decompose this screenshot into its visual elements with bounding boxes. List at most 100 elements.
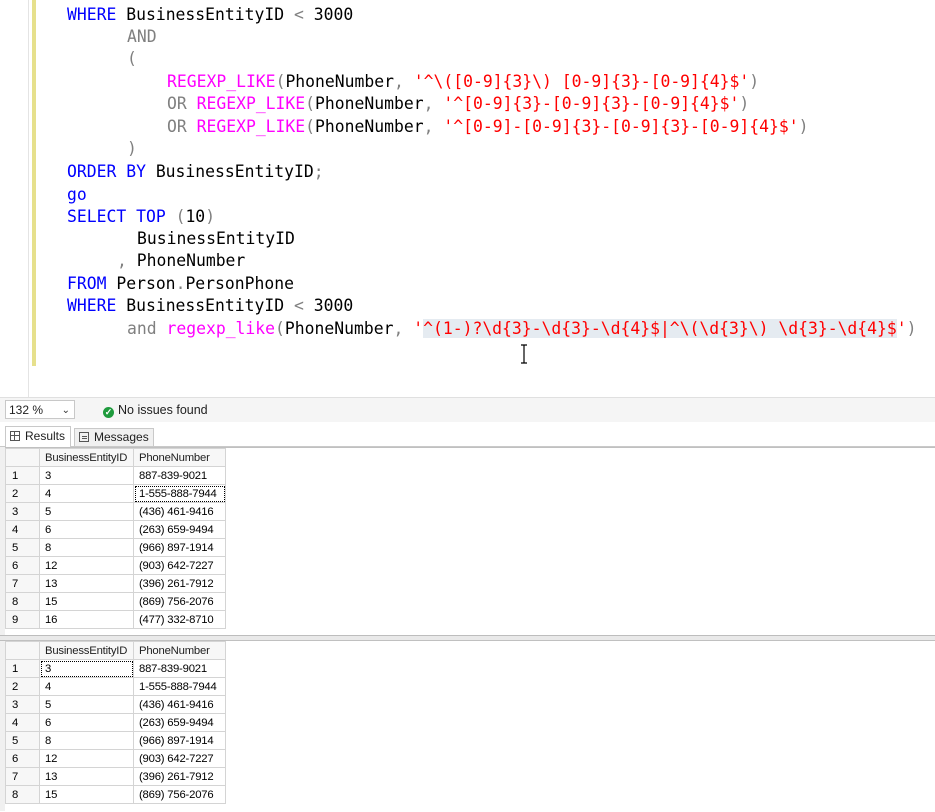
row-number[interactable]: 4 <box>5 520 40 539</box>
code-line[interactable]: ) <box>127 138 137 160</box>
cell-businessentityid[interactable]: 4 <box>39 484 134 503</box>
cell-businessentityid[interactable]: 16 <box>39 610 134 629</box>
code-line[interactable]: OR REGEXP_LIKE(PhoneNumber, '^[0-9]{3}-[… <box>167 93 749 115</box>
table-row[interactable]: 4 6 (263) 659-9494 <box>5 520 226 539</box>
row-number[interactable]: 7 <box>5 767 40 786</box>
cell-phonenumber[interactable]: (263) 659-9494 <box>133 520 226 539</box>
table-row[interactable]: 8 15 (869) 756-2076 <box>5 592 226 611</box>
code-token: ORDER BY <box>67 162 156 181</box>
cell-phonenumber[interactable]: (966) 897-1914 <box>133 538 226 557</box>
grid-corner[interactable] <box>5 641 40 660</box>
cell-phonenumber[interactable]: (436) 461-9416 <box>133 695 226 714</box>
code-line[interactable]: AND <box>127 26 157 48</box>
zoom-dropdown[interactable]: 132 % ⌄ <box>5 400 75 419</box>
cell-businessentityid[interactable]: 12 <box>39 749 134 768</box>
cell-businessentityid[interactable]: 5 <box>39 502 134 521</box>
cell-businessentityid[interactable]: 4 <box>39 677 134 696</box>
code-line[interactable]: , PhoneNumber <box>117 250 245 272</box>
table-row[interactable]: 7 13 (396) 261-7912 <box>5 574 226 593</box>
table-row[interactable]: 4 6 (263) 659-9494 <box>5 713 226 732</box>
row-number[interactable]: 8 <box>5 592 40 611</box>
row-number[interactable]: 3 <box>5 695 40 714</box>
cell-businessentityid[interactable]: 5 <box>39 695 134 714</box>
cell-businessentityid[interactable]: 3 <box>39 659 134 678</box>
code-line[interactable]: and regexp_like(PhoneNumber, '^(1-)?\d{3… <box>127 318 917 340</box>
row-number[interactable]: 6 <box>5 749 40 768</box>
table-row[interactable]: 5 8 (966) 897-1914 <box>5 731 226 750</box>
row-number[interactable]: 4 <box>5 713 40 732</box>
row-number[interactable]: 2 <box>5 484 40 503</box>
cell-businessentityid[interactable]: 12 <box>39 556 134 575</box>
query-editor[interactable]: WHERE BusinessEntityID < 3000 AND(REGEXP_… <box>0 0 935 397</box>
table-row[interactable]: 9 16 (477) 332-8710 <box>5 610 226 629</box>
code-token: REGEXP_LIKE <box>196 94 306 113</box>
tab-messages[interactable]: Messages <box>74 428 154 446</box>
row-number[interactable]: 5 <box>5 538 40 557</box>
cell-phonenumber[interactable]: 887-839-9021 <box>133 659 226 678</box>
code-line[interactable]: FROM Person.PersonPhone <box>67 273 294 295</box>
cell-phonenumber[interactable]: (903) 642-7227 <box>133 749 226 768</box>
code-token: , <box>423 117 444 136</box>
cell-phonenumber[interactable]: (436) 461-9416 <box>133 502 226 521</box>
column-header-businessentityid[interactable]: BusinessEntityID <box>39 448 134 467</box>
table-row[interactable]: 7 13 (396) 261-7912 <box>5 767 226 786</box>
row-number[interactable]: 3 <box>5 502 40 521</box>
cell-businessentityid[interactable]: 15 <box>39 785 134 804</box>
column-header-phonenumber[interactable]: PhoneNumber <box>133 448 226 467</box>
grid-icon <box>10 431 20 441</box>
cell-businessentityid[interactable]: 13 <box>39 767 134 786</box>
table-row[interactable]: 6 12 (903) 642-7227 <box>5 749 226 768</box>
table-row[interactable]: 3 5 (436) 461-9416 <box>5 695 226 714</box>
row-number[interactable]: 2 <box>5 677 40 696</box>
row-number[interactable]: 8 <box>5 785 40 804</box>
table-row[interactable]: 1 3 887-839-9021 <box>5 659 226 678</box>
tab-results[interactable]: Results <box>5 426 71 447</box>
cell-phonenumber[interactable]: (966) 897-1914 <box>133 731 226 750</box>
cell-phonenumber[interactable]: 1-555-888-7944 <box>133 677 226 696</box>
cell-businessentityid[interactable]: 6 <box>39 520 134 539</box>
cell-businessentityid[interactable]: 3 <box>39 466 134 485</box>
code-line[interactable]: go <box>67 184 87 206</box>
column-header-phonenumber[interactable]: PhoneNumber <box>133 641 226 660</box>
cell-phonenumber[interactable]: (869) 756-2076 <box>133 592 226 611</box>
cell-phonenumber[interactable]: 1-555-888-7944 <box>133 484 226 503</box>
table-row[interactable]: 2 4 1-555-888-7944 <box>5 677 226 696</box>
code-line[interactable]: OR REGEXP_LIKE(PhoneNumber, '^[0-9]-[0-9… <box>167 116 808 138</box>
row-number[interactable]: 6 <box>5 556 40 575</box>
table-row[interactable]: 8 15 (869) 756-2076 <box>5 785 226 804</box>
cell-businessentityid[interactable]: 8 <box>39 538 134 557</box>
cell-phonenumber[interactable]: (396) 261-7912 <box>133 574 226 593</box>
cell-phonenumber[interactable]: (903) 642-7227 <box>133 556 226 575</box>
cell-businessentityid[interactable]: 13 <box>39 574 134 593</box>
row-number[interactable]: 5 <box>5 731 40 750</box>
cell-phonenumber[interactable]: (396) 261-7912 <box>133 767 226 786</box>
row-number[interactable]: 1 <box>5 659 40 678</box>
code-line[interactable]: REGEXP_LIKE(PhoneNumber, '^\([0-9]{3}\) … <box>167 71 759 93</box>
row-number[interactable]: 7 <box>5 574 40 593</box>
column-header-businessentityid[interactable]: BusinessEntityID <box>39 641 134 660</box>
table-row[interactable]: 2 4 1-555-888-7944 <box>5 484 226 503</box>
cell-businessentityid[interactable]: 6 <box>39 713 134 732</box>
code-line[interactable]: BusinessEntityID <box>137 228 295 250</box>
cell-phonenumber[interactable]: (263) 659-9494 <box>133 713 226 732</box>
cell-phonenumber[interactable]: (869) 756-2076 <box>133 785 226 804</box>
issues-indicator[interactable]: ✓ No issues found <box>103 401 208 419</box>
code-line[interactable]: WHERE BusinessEntityID < 3000 <box>67 295 353 317</box>
table-row[interactable]: 6 12 (903) 642-7227 <box>5 556 226 575</box>
row-number[interactable]: 9 <box>5 610 40 629</box>
result-grid-1[interactable]: BusinessEntityID PhoneNumber 1 3 887-839-9… <box>5 447 935 635</box>
grid-corner[interactable] <box>5 448 40 467</box>
table-row[interactable]: 1 3 887-839-9021 <box>5 466 226 485</box>
table-row[interactable]: 3 5 (436) 461-9416 <box>5 502 226 521</box>
result-grid-2[interactable]: BusinessEntityID PhoneNumber 1 3 887-839-9… <box>5 640 935 812</box>
code-line[interactable]: ORDER BY BusinessEntityID; <box>67 161 324 183</box>
cell-phonenumber[interactable]: 887-839-9021 <box>133 466 226 485</box>
row-number[interactable]: 1 <box>5 466 40 485</box>
table-row[interactable]: 5 8 (966) 897-1914 <box>5 538 226 557</box>
code-line[interactable]: WHERE BusinessEntityID < 3000 <box>67 4 353 26</box>
code-line[interactable]: SELECT TOP (10) <box>67 206 215 228</box>
cell-businessentityid[interactable]: 15 <box>39 592 134 611</box>
cell-businessentityid[interactable]: 8 <box>39 731 134 750</box>
cell-phonenumber[interactable]: (477) 332-8710 <box>133 610 226 629</box>
code-line[interactable]: ( <box>127 48 137 70</box>
